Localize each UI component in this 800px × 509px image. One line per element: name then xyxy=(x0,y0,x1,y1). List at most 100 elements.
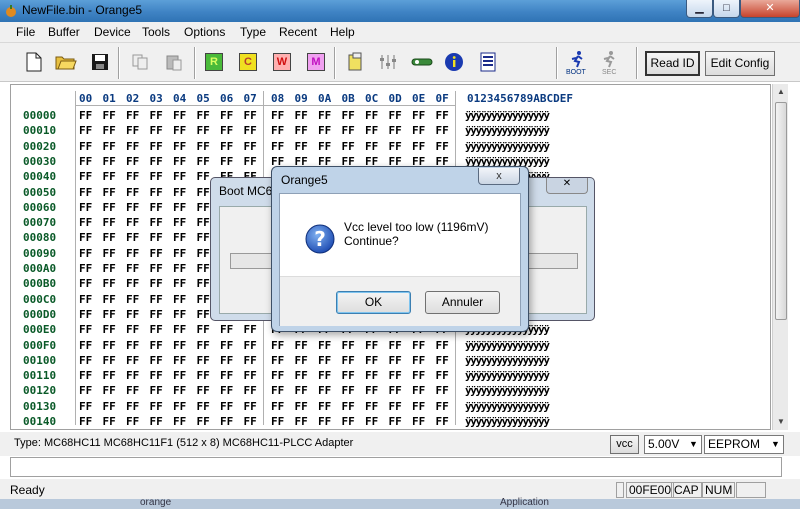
hex-byte[interactable]: FF xyxy=(220,400,233,413)
hex-byte[interactable]: FF xyxy=(197,216,210,229)
hex-byte[interactable]: FF xyxy=(150,400,163,413)
hex-byte[interactable]: FF xyxy=(150,216,163,229)
hex-byte[interactable]: FF xyxy=(197,109,210,122)
hex-byte[interactable]: FF xyxy=(150,201,163,214)
hex-byte[interactable]: FF xyxy=(318,109,331,122)
hex-byte[interactable]: FF xyxy=(150,109,163,122)
ascii-row[interactable]: ÿÿÿÿÿÿÿÿÿÿÿÿÿÿÿÿ xyxy=(465,109,550,122)
hex-byte[interactable]: FF xyxy=(318,124,331,137)
hex-byte[interactable]: FF xyxy=(389,339,402,352)
hex-byte[interactable]: FF xyxy=(389,415,402,428)
hex-byte[interactable]: FF xyxy=(412,369,425,382)
save-icon[interactable] xyxy=(88,50,112,74)
hex-byte[interactable]: FF xyxy=(173,201,186,214)
hex-byte[interactable]: FF xyxy=(173,308,186,321)
hex-byte[interactable]: FF xyxy=(103,339,116,352)
hex-byte[interactable]: FF xyxy=(126,186,139,199)
hex-byte[interactable]: FF xyxy=(173,369,186,382)
hex-byte[interactable]: FF xyxy=(103,400,116,413)
hex-byte[interactable]: FF xyxy=(389,124,402,137)
module-icon[interactable]: M xyxy=(304,50,328,74)
check-icon[interactable]: C xyxy=(236,50,260,74)
hex-byte[interactable]: FF xyxy=(342,124,355,137)
hex-byte[interactable]: FF xyxy=(173,415,186,428)
hex-byte[interactable]: FF xyxy=(103,415,116,428)
hex-byte[interactable]: FF xyxy=(126,155,139,168)
hex-byte[interactable]: FF xyxy=(150,231,163,244)
hex-byte[interactable]: FF xyxy=(342,400,355,413)
clipboard-icon[interactable] xyxy=(344,50,368,74)
ascii-row[interactable]: ÿÿÿÿÿÿÿÿÿÿÿÿÿÿÿÿ xyxy=(465,369,550,382)
hex-byte[interactable]: FF xyxy=(295,384,308,397)
hex-byte[interactable]: FF xyxy=(412,339,425,352)
hex-byte[interactable]: FF xyxy=(126,140,139,153)
hex-byte[interactable]: FF xyxy=(79,140,92,153)
hex-byte[interactable]: FF xyxy=(150,354,163,367)
hex-byte[interactable]: FF xyxy=(79,384,92,397)
vcc-select[interactable]: 5.00V ▼ xyxy=(644,435,702,454)
hex-byte[interactable]: FF xyxy=(342,384,355,397)
hex-byte[interactable]: FF xyxy=(173,293,186,306)
hex-byte[interactable]: FF xyxy=(150,308,163,321)
hex-byte[interactable]: FF xyxy=(103,140,116,153)
hex-byte[interactable]: FF xyxy=(436,124,449,137)
calculator-icon[interactable] xyxy=(476,50,500,74)
hex-byte[interactable]: FF xyxy=(79,186,92,199)
hex-byte[interactable]: FF xyxy=(79,262,92,275)
hex-byte[interactable]: FF xyxy=(197,124,210,137)
hex-byte[interactable]: FF xyxy=(197,186,210,199)
edit-config-button[interactable]: Edit Config xyxy=(705,51,775,76)
hex-byte[interactable]: FF xyxy=(150,323,163,336)
hex-byte[interactable]: FF xyxy=(244,354,257,367)
hex-byte[interactable]: FF xyxy=(150,186,163,199)
hex-byte[interactable]: FF xyxy=(244,339,257,352)
hex-byte[interactable]: FF xyxy=(103,109,116,122)
hex-byte[interactable]: FF xyxy=(436,339,449,352)
hex-byte[interactable]: FF xyxy=(79,323,92,336)
hex-byte[interactable]: FF xyxy=(126,400,139,413)
hex-byte[interactable]: FF xyxy=(150,140,163,153)
hex-byte[interactable]: FF xyxy=(79,369,92,382)
hex-byte[interactable]: FF xyxy=(365,109,378,122)
hex-byte[interactable]: FF xyxy=(389,109,402,122)
open-folder-icon[interactable] xyxy=(54,50,78,74)
hex-byte[interactable]: FF xyxy=(79,216,92,229)
read-id-button[interactable]: Read ID xyxy=(645,51,700,76)
read-icon[interactable]: R xyxy=(202,50,226,74)
hex-byte[interactable]: FF xyxy=(150,155,163,168)
hex-byte[interactable]: FF xyxy=(365,415,378,428)
hex-byte[interactable]: FF xyxy=(173,109,186,122)
hex-byte[interactable]: FF xyxy=(126,323,139,336)
hex-byte[interactable]: FF xyxy=(126,262,139,275)
hex-byte[interactable]: FF xyxy=(79,201,92,214)
hex-byte[interactable]: FF xyxy=(126,231,139,244)
hex-byte[interactable]: FF xyxy=(103,354,116,367)
hex-byte[interactable]: FF xyxy=(173,124,186,137)
hex-byte[interactable]: FF xyxy=(244,155,257,168)
hex-byte[interactable]: FF xyxy=(365,354,378,367)
hex-byte[interactable]: FF xyxy=(365,369,378,382)
hex-byte[interactable]: FF xyxy=(150,247,163,260)
hex-byte[interactable]: FF xyxy=(103,216,116,229)
hex-byte[interactable]: FF xyxy=(103,323,116,336)
hex-byte[interactable]: FF xyxy=(126,201,139,214)
hex-byte[interactable]: FF xyxy=(220,339,233,352)
hex-byte[interactable]: FF xyxy=(173,155,186,168)
hex-byte[interactable]: FF xyxy=(79,231,92,244)
hex-byte[interactable]: FF xyxy=(173,354,186,367)
hex-byte[interactable]: FF xyxy=(244,109,257,122)
hex-byte[interactable]: FF xyxy=(365,124,378,137)
scroll-up-icon[interactable]: ▲ xyxy=(773,84,789,100)
hex-byte[interactable]: FF xyxy=(103,277,116,290)
memory-select[interactable]: EEPROM ▼ xyxy=(704,435,784,454)
hex-byte[interactable]: FF xyxy=(103,186,116,199)
hex-byte[interactable]: FF xyxy=(318,384,331,397)
hex-byte[interactable]: FF xyxy=(244,369,257,382)
hex-byte[interactable]: FF xyxy=(436,354,449,367)
menu-file[interactable]: File xyxy=(16,25,35,39)
hex-byte[interactable]: FF xyxy=(412,354,425,367)
hex-byte[interactable]: FF xyxy=(197,140,210,153)
hex-byte[interactable]: FF xyxy=(295,109,308,122)
settings-icon[interactable] xyxy=(410,50,434,74)
hex-byte[interactable]: FF xyxy=(220,415,233,428)
